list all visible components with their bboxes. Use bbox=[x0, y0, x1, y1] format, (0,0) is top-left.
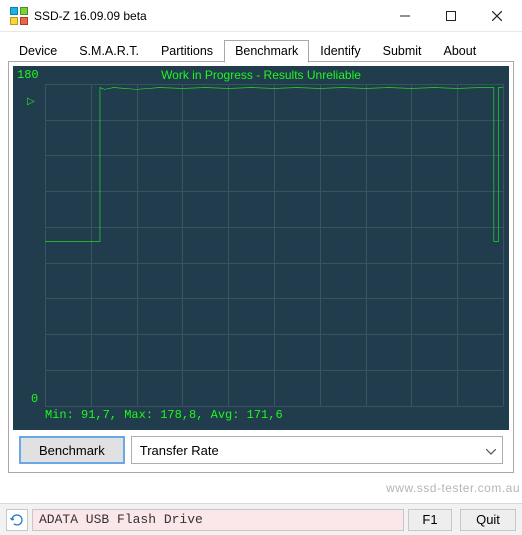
watermark: www.ssd-tester.com.au bbox=[386, 481, 520, 495]
app-icon bbox=[10, 7, 28, 25]
benchmark-panel: Work in Progress - Results Unreliable 18… bbox=[8, 62, 514, 473]
tab-partitions[interactable]: Partitions bbox=[150, 40, 224, 63]
tab-identify[interactable]: Identify bbox=[309, 40, 371, 63]
y-axis-max: 180 bbox=[17, 68, 39, 82]
y-axis-min: 0 bbox=[31, 392, 38, 406]
plot-area bbox=[45, 84, 503, 406]
close-button[interactable] bbox=[474, 1, 520, 31]
chevron-down-icon bbox=[486, 443, 496, 458]
metric-select-value: Transfer Rate bbox=[140, 443, 219, 458]
minimize-button[interactable] bbox=[382, 1, 428, 31]
tab-device[interactable]: Device bbox=[8, 40, 68, 63]
window-title: SSD-Z 16.09.09 beta bbox=[34, 9, 147, 23]
tab-smart[interactable]: S.M.A.R.T. bbox=[68, 40, 150, 63]
maximize-button[interactable] bbox=[428, 1, 474, 31]
metric-select[interactable]: Transfer Rate bbox=[131, 436, 503, 464]
quit-button[interactable]: Quit bbox=[460, 509, 516, 531]
tab-about[interactable]: About bbox=[433, 40, 488, 63]
benchmark-button[interactable]: Benchmark bbox=[19, 436, 125, 464]
statusbar: ADATA USB Flash Drive F1 Quit bbox=[0, 503, 522, 535]
tab-benchmark[interactable]: Benchmark bbox=[224, 40, 309, 63]
tabstrip: Device S.M.A.R.T. Partitions Benchmark I… bbox=[8, 38, 514, 62]
titlebar: SSD-Z 16.09.09 beta bbox=[0, 0, 522, 32]
benchmark-chart: Work in Progress - Results Unreliable 18… bbox=[13, 66, 509, 430]
chart-cursor-icon: ▷ bbox=[27, 96, 35, 107]
window-controls bbox=[382, 1, 520, 31]
tab-submit[interactable]: Submit bbox=[372, 40, 433, 63]
chart-stats: Min: 91,7, Max: 178,8, Avg: 171,6 bbox=[13, 406, 509, 430]
chart-line bbox=[45, 84, 503, 406]
refresh-button[interactable] bbox=[6, 509, 28, 531]
f1-button[interactable]: F1 bbox=[408, 509, 452, 531]
device-name[interactable]: ADATA USB Flash Drive bbox=[32, 509, 404, 531]
